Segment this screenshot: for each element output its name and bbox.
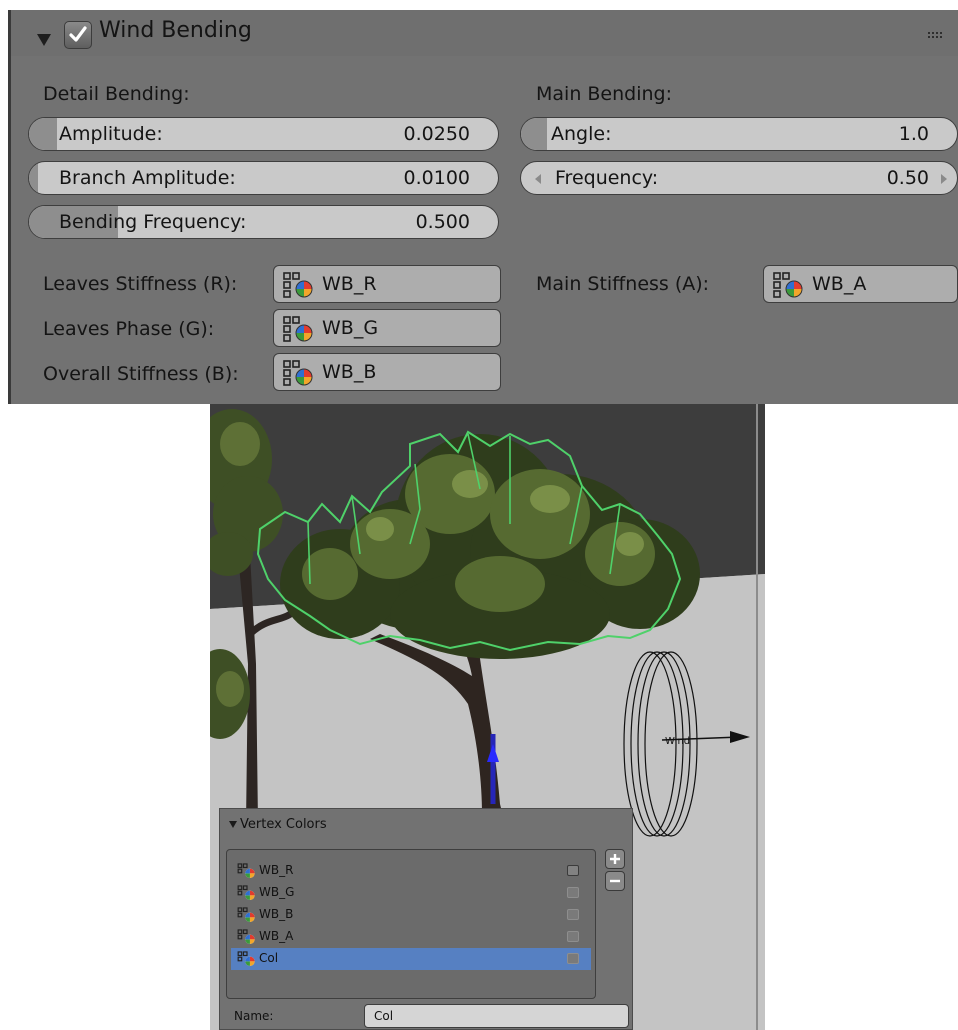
detail-bending-heading: Detail Bending: xyxy=(43,83,190,105)
render-camera-icon[interactable] xyxy=(567,953,579,964)
layer-name: WB_G xyxy=(259,885,295,899)
list-item[interactable]: WB_B xyxy=(231,904,591,926)
slider-value: 0.500 xyxy=(415,211,470,233)
wind-bending-checkbox[interactable] xyxy=(64,21,92,49)
vertex-color-icon xyxy=(237,885,255,901)
wind-bending-panel: Wind Bending Detail Bending: Amplitude: … xyxy=(8,10,958,404)
field-value: WB_R xyxy=(322,273,377,295)
angle-slider[interactable]: Angle: 1.0 xyxy=(520,117,958,151)
slider-label: Angle: xyxy=(551,123,612,145)
slider-value: 1.0 xyxy=(898,123,929,145)
slider-fill xyxy=(29,118,58,150)
render-camera-icon[interactable] xyxy=(567,931,579,942)
wind-label: Wind xyxy=(665,736,690,747)
render-camera-icon[interactable] xyxy=(567,887,579,898)
layer-name: WB_A xyxy=(259,929,294,943)
vertex-colors-panel: Vertex Colors WB_R WB_G WB_B WB_A Col Na… xyxy=(219,808,633,1030)
slider-value: 0.0250 xyxy=(403,123,470,145)
layer-name: WB_B xyxy=(259,907,294,921)
vertex-color-icon xyxy=(283,272,313,298)
name-value: Col xyxy=(374,1009,394,1023)
vertex-color-icon xyxy=(773,272,803,298)
list-item[interactable]: WB_A xyxy=(231,926,591,948)
name-label: Name: xyxy=(234,1009,274,1023)
decrement-arrow-icon[interactable] xyxy=(535,174,541,184)
leaves-stiffness-field[interactable]: WB_R xyxy=(273,265,501,303)
field-value: WB_B xyxy=(322,361,377,383)
drag-grip-icon[interactable] xyxy=(928,32,944,38)
list-item[interactable]: WB_R xyxy=(231,860,591,882)
list-item-selected[interactable]: Col xyxy=(231,948,591,970)
slider-fill xyxy=(521,118,548,150)
increment-arrow-icon[interactable] xyxy=(941,174,947,184)
field-value: WB_G xyxy=(322,317,379,339)
amplitude-slider[interactable]: Amplitude: 0.0250 xyxy=(28,117,499,151)
leaves-phase-label: Leaves Phase (G): xyxy=(43,318,215,340)
panel-title: Wind Bending xyxy=(99,18,252,43)
field-value: WB_A xyxy=(812,273,867,295)
frequency-number-field[interactable]: Frequency: 0.50 xyxy=(520,161,958,195)
slider-fill xyxy=(29,162,39,194)
vertex-colors-title: Vertex Colors xyxy=(240,817,327,832)
overall-stiffness-field[interactable]: WB_B xyxy=(273,353,501,391)
panel-header[interactable]: Wind Bending xyxy=(11,10,958,56)
main-stiffness-label: Main Stiffness (A): xyxy=(536,273,710,295)
vertex-color-icon xyxy=(237,907,255,923)
active-render-camera-icon[interactable] xyxy=(567,865,579,876)
field-label: Frequency: xyxy=(555,167,659,189)
vertex-color-icon xyxy=(237,863,255,879)
name-field[interactable]: Col xyxy=(364,1004,629,1028)
layer-name: WB_R xyxy=(259,863,294,877)
add-layer-button[interactable] xyxy=(605,849,625,869)
vertex-color-icon xyxy=(237,951,255,967)
leaves-phase-field[interactable]: WB_G xyxy=(273,309,501,347)
branch-amplitude-slider[interactable]: Branch Amplitude: 0.0100 xyxy=(28,161,499,195)
collapse-triangle-icon[interactable] xyxy=(37,34,51,46)
render-camera-icon[interactable] xyxy=(567,909,579,920)
bending-frequency-slider[interactable]: Bending Frequency: 0.500 xyxy=(28,205,499,239)
remove-layer-button[interactable] xyxy=(605,871,625,891)
plus-icon xyxy=(610,854,620,864)
slider-label: Amplitude: xyxy=(59,123,163,145)
slider-label: Bending Frequency: xyxy=(59,211,247,233)
checkmark-icon xyxy=(69,26,87,42)
main-bending-heading: Main Bending: xyxy=(536,83,673,105)
slider-value: 0.0100 xyxy=(403,167,470,189)
slider-label: Branch Amplitude: xyxy=(59,167,236,189)
overall-stiffness-label: Overall Stiffness (B): xyxy=(43,363,239,385)
vertex-color-icon xyxy=(237,929,255,945)
vertex-color-list[interactable]: WB_R WB_G WB_B WB_A Col xyxy=(226,849,596,999)
minus-icon xyxy=(610,879,620,883)
leaves-stiffness-label: Leaves Stiffness (R): xyxy=(43,273,238,295)
collapse-triangle-icon[interactable] xyxy=(229,821,237,828)
vertex-color-icon xyxy=(283,360,313,386)
main-stiffness-field[interactable]: WB_A xyxy=(763,265,958,303)
list-item[interactable]: WB_G xyxy=(231,882,591,904)
vertex-color-icon xyxy=(283,316,313,342)
layer-name: Col xyxy=(259,951,279,965)
field-value: 0.50 xyxy=(886,167,929,189)
